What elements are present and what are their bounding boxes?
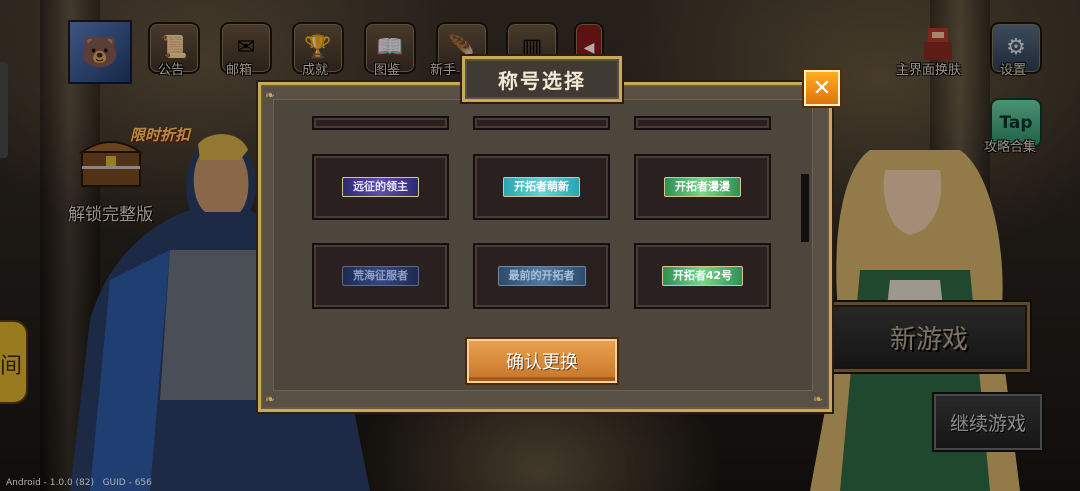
corner-ornament-icon: ❧: [265, 392, 276, 406]
title-slot-3[interactable]: 开拓者漫漫: [634, 154, 771, 220]
title-slot-4[interactable]: 荒海征服者: [312, 243, 449, 309]
title-slot-5[interactable]: 最前的开拓者: [473, 243, 610, 309]
confirm-change-button[interactable]: 确认更换: [467, 339, 617, 383]
title-badge: 荒海征服者: [342, 266, 419, 286]
corner-ornament-icon: ❧: [813, 392, 824, 406]
title-list-scrollbar[interactable]: [801, 174, 809, 242]
title-slot-2[interactable]: 开拓者萌新: [473, 154, 610, 220]
title-slot[interactable]: [473, 116, 610, 130]
title-slot[interactable]: [634, 116, 771, 130]
title-slot-6[interactable]: 开拓者42号: [634, 243, 771, 309]
title-badge: 开拓者漫漫: [664, 177, 741, 197]
title-badge: 开拓者42号: [661, 266, 744, 286]
title-badge: 最前的开拓者: [497, 266, 586, 286]
dialog-title: 称号选择: [462, 56, 622, 102]
title-slot-1[interactable]: 远征的领主: [312, 154, 449, 220]
dialog-title-text: 称号选择: [498, 68, 586, 93]
title-badge: 开拓者萌新: [503, 177, 580, 197]
confirm-change-label: 确认更换: [506, 352, 578, 373]
title-badge: 远征的领主: [342, 177, 419, 197]
title-slot[interactable]: [312, 116, 449, 130]
corner-ornament-icon: ❧: [265, 88, 276, 102]
close-button[interactable]: ✕: [804, 70, 840, 106]
close-icon: ✕: [812, 75, 832, 101]
